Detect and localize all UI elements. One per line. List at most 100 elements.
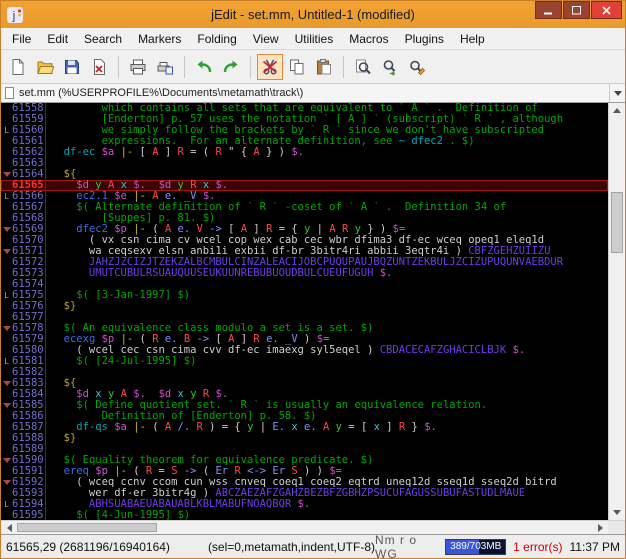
editor-line[interactable]: 61576 $} bbox=[1, 301, 608, 312]
line-text: ereq $p |- ( R = S -> ( Er R <-> Er S ) … bbox=[63, 466, 342, 477]
editor-line[interactable]: L 61560 we simply follow the brackets by … bbox=[1, 125, 608, 136]
buffer-file-icon bbox=[5, 87, 14, 99]
editor-line[interactable]: L 61594 ABHSUABAEUABAUABLKBLMABUFNOAQBQR … bbox=[1, 499, 608, 510]
page-setup-button[interactable] bbox=[152, 54, 178, 80]
paste-button[interactable] bbox=[311, 54, 337, 80]
fold-open-icon[interactable] bbox=[1, 400, 12, 411]
menu-utilities[interactable]: Utilities bbox=[287, 29, 342, 49]
editor-line[interactable]: 61595 $( [4-Jun-1995] $) bbox=[1, 510, 608, 520]
copy-button[interactable] bbox=[284, 54, 310, 80]
menu-plugins[interactable]: Plugins bbox=[397, 29, 452, 49]
menu-view[interactable]: View bbox=[245, 29, 287, 49]
horizontal-scroll-track[interactable] bbox=[17, 521, 592, 534]
line-text: $( [24-Jul-1995] $) bbox=[76, 356, 197, 367]
editor-line[interactable]: 61574 bbox=[1, 279, 608, 290]
editor-line[interactable]: 61571 wa ceqsexv elsn anbi1i exbii df-br… bbox=[1, 246, 608, 257]
scroll-down-button[interactable] bbox=[609, 505, 625, 520]
line-text: $( An equivalence class modulo a set is … bbox=[63, 323, 374, 334]
replace-button[interactable] bbox=[404, 54, 430, 80]
editor-line[interactable]: 61563 bbox=[1, 158, 608, 169]
save-file-button[interactable] bbox=[59, 54, 85, 80]
editor-flags[interactable]: Nm r o WG bbox=[375, 533, 438, 559]
editor-line[interactable]: 61586 Definition of [Enderton] p. 58. $) bbox=[1, 411, 608, 422]
editor-line[interactable]: 61564 ${ bbox=[1, 169, 608, 180]
editor-line[interactable]: 61580 ( wcel cec csn cima cvv df-ec imae… bbox=[1, 345, 608, 356]
fold-open-icon[interactable] bbox=[1, 224, 12, 235]
editor-line[interactable]: 61593 wer df-er 3bitr4g ) ABCZAEZAFZGAHZ… bbox=[1, 488, 608, 499]
horizontal-scroll-thumb[interactable] bbox=[17, 523, 157, 532]
editor-line[interactable]: 61582 bbox=[1, 367, 608, 378]
close-buffer-button[interactable] bbox=[86, 54, 112, 80]
maximize-button[interactable] bbox=[563, 1, 590, 19]
editor-line[interactable]: 61583 ${ bbox=[1, 378, 608, 389]
editor-line[interactable]: 61559 [Enderton] p. 57 uses the notation… bbox=[1, 114, 608, 125]
editor-line[interactable]: 61587 df-qs $a |- ( A /. R ) = { y | E. … bbox=[1, 422, 608, 433]
editor-line[interactable]: 61579 ecexg $p |- ( R e. B -> [ A ] R e.… bbox=[1, 334, 608, 345]
find-next-button[interactable] bbox=[377, 54, 403, 80]
fold-open-icon[interactable] bbox=[1, 246, 12, 257]
fold-open-icon[interactable] bbox=[1, 455, 12, 466]
redo-button[interactable] bbox=[218, 54, 244, 80]
menu-help[interactable]: Help bbox=[452, 29, 493, 49]
minimize-button[interactable] bbox=[535, 1, 562, 19]
editor-line[interactable]: 61561 expressions. For an alternate defi… bbox=[1, 136, 608, 147]
find-button[interactable] bbox=[350, 54, 376, 80]
new-file-button[interactable] bbox=[5, 54, 31, 80]
editor-line[interactable]: 61572 JAHZJZCIZJTZEKZALBCMBULCINZALEACIJ… bbox=[1, 257, 608, 268]
menu-search[interactable]: Search bbox=[76, 29, 130, 49]
fold-open-icon[interactable] bbox=[1, 378, 12, 389]
scroll-up-button[interactable] bbox=[609, 103, 625, 118]
error-count[interactable]: 1 error(s) bbox=[513, 540, 562, 554]
editor-line[interactable]: 61584 $d x y A $. $d x y R $. bbox=[1, 389, 608, 400]
fold-open-icon[interactable] bbox=[1, 477, 12, 488]
editor-line[interactable]: 61589 bbox=[1, 444, 608, 455]
editor-line[interactable]: 61565 $d y A x $. $d y R x $. bbox=[1, 180, 608, 191]
open-file-button[interactable] bbox=[32, 54, 58, 80]
menu-file[interactable]: File bbox=[4, 29, 39, 49]
editor-line[interactable]: 61592 ( wceq ccnv ccom cun wss cnveq coe… bbox=[1, 477, 608, 488]
close-button[interactable] bbox=[591, 1, 622, 19]
gutter-marker-space bbox=[1, 466, 12, 477]
vertical-scrollbar[interactable] bbox=[608, 103, 625, 520]
buffer-dropdown-button[interactable] bbox=[609, 84, 625, 102]
undo-button[interactable] bbox=[191, 54, 217, 80]
save-file-icon bbox=[65, 59, 79, 74]
scroll-left-button[interactable] bbox=[1, 521, 17, 534]
editor-line[interactable]: 61558 which contains all sets that are e… bbox=[1, 103, 608, 114]
text-area[interactable]: 61558 which contains all sets that are e… bbox=[1, 103, 625, 520]
editor-line[interactable]: 61562 df-ec $a |- [ A ] R = ( R " { A } … bbox=[1, 147, 608, 158]
title-bar[interactable]: j jEdit - set.mm, Untitled-1 (modified) bbox=[1, 1, 625, 28]
memory-indicator[interactable]: 389/703MB bbox=[445, 538, 507, 555]
editor-line[interactable]: 61570 ( vx csn cima cv wcel cop wex cab … bbox=[1, 235, 608, 246]
menu-folding[interactable]: Folding bbox=[189, 29, 244, 49]
vertical-scroll-track[interactable] bbox=[609, 118, 625, 505]
editor-line[interactable]: L 61581 $( [24-Jul-1995] $) bbox=[1, 356, 608, 367]
fold-open-icon[interactable] bbox=[1, 323, 12, 334]
line-text: ( wcel cec csn cima cvv df-ec imaexg syl… bbox=[51, 345, 526, 356]
editor-line[interactable]: 61591 ereq $p |- ( R = S -> ( Er R <-> E… bbox=[1, 466, 608, 477]
line-text: ${ bbox=[63, 378, 77, 389]
editor-line[interactable]: L 61566 ec2.1 $e |- A e. _V $. bbox=[1, 191, 608, 202]
menu-macros[interactable]: Macros bbox=[341, 29, 396, 49]
editor-line[interactable]: 61568 [Suppes] p. 81. $) bbox=[1, 213, 608, 224]
print-button[interactable] bbox=[125, 54, 151, 80]
menu-markers[interactable]: Markers bbox=[130, 29, 189, 49]
editor-line[interactable]: 61585 $( Define quotient set. ` R ` is u… bbox=[1, 400, 608, 411]
menu-edit[interactable]: Edit bbox=[39, 29, 76, 49]
gutter-marker-space bbox=[1, 411, 12, 422]
editor-line[interactable]: 61573 UMUTCUBULRSUAUQUUSEUKUUNREBUBUOUDB… bbox=[1, 268, 608, 279]
cut-button[interactable] bbox=[257, 53, 283, 80]
arrow-right-icon bbox=[597, 523, 603, 532]
editor-line[interactable]: 61578 $( An equivalence class modulo a s… bbox=[1, 323, 608, 334]
editor-line[interactable]: 61569 dfec2 $p |- ( A e. V -> [ A ] R = … bbox=[1, 224, 608, 235]
editor-line[interactable]: L 61575 $( [3-Jan-1997] $) bbox=[1, 290, 608, 301]
gutter-marker-space bbox=[1, 213, 12, 224]
editor-line[interactable]: 61590 $( Equality theorem for equivalenc… bbox=[1, 455, 608, 466]
fold-open-icon[interactable] bbox=[1, 169, 12, 180]
buffer-switcher[interactable]: set.mm (%USERPROFILE%\Documents\metamath… bbox=[1, 84, 625, 103]
editor-line[interactable]: 61588 $} bbox=[1, 433, 608, 444]
editor-line[interactable]: 61567 $( Alternate definition of ` R ` -… bbox=[1, 202, 608, 213]
horizontal-scrollbar[interactable] bbox=[1, 520, 625, 534]
editor-line[interactable]: 61577 bbox=[1, 312, 608, 323]
vertical-scroll-thumb[interactable] bbox=[611, 191, 623, 254]
